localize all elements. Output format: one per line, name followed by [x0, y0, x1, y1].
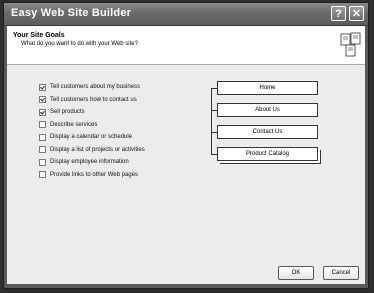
goal-item[interactable]: Describe services: [39, 119, 145, 132]
goal-checkbox[interactable]: [39, 146, 46, 154]
site-page-about-us[interactable]: About Us: [217, 103, 318, 117]
goal-checkbox[interactable]: [39, 108, 46, 116]
close-button[interactable]: ✕: [349, 6, 364, 21]
site-page-home[interactable]: Home: [217, 81, 318, 95]
goal-item[interactable]: Display a list of projects or activities: [39, 144, 145, 157]
goal-label: Sell products: [50, 109, 85, 116]
web-pages-icon: [340, 32, 361, 57]
goal-item[interactable]: Display employee information: [39, 156, 145, 169]
cancel-button[interactable]: Cancel: [323, 266, 359, 280]
site-page-contact-us[interactable]: Contact Us: [217, 125, 318, 139]
ok-button[interactable]: OK: [278, 266, 314, 280]
site-page-product-catalog[interactable]: Product Catalog: [217, 147, 318, 161]
goal-item[interactable]: Tell customers about my business: [39, 81, 145, 94]
goal-checkbox[interactable]: [39, 171, 46, 179]
help-button[interactable]: ?: [331, 6, 346, 21]
goal-checkbox[interactable]: [39, 133, 46, 141]
dialog-body: Your Site Goals What do you want to do w…: [7, 26, 365, 284]
goal-checkbox[interactable]: [39, 158, 46, 166]
goal-item[interactable]: Tell customers how to contact us: [39, 94, 145, 107]
goal-item[interactable]: Provide links to other Web pages: [39, 169, 145, 182]
site-map-diagram: Home About Us Contact Us Product Catalog: [203, 81, 328, 191]
goal-checkbox[interactable]: [39, 83, 46, 91]
page-subtitle: What do you want to do with your Web sit…: [21, 41, 138, 47]
title-bar[interactable]: Easy Web Site Builder ? ✕: [4, 3, 368, 26]
goal-label: Describe services: [50, 121, 98, 128]
wizard-header: Your Site Goals What do you want to do w…: [7, 26, 365, 65]
goal-label: Display a calendar or schedule: [50, 134, 133, 141]
goal-label: Provide links to other Web pages: [50, 171, 138, 178]
goal-label: Display a list of projects or activities: [50, 146, 145, 153]
goals-checklist: Tell customers about my business Tell cu…: [39, 81, 145, 181]
tree-connector: [211, 88, 212, 154]
goal-item[interactable]: Display a calendar or schedule: [39, 131, 145, 144]
goal-checkbox[interactable]: [39, 96, 46, 104]
goal-checkbox[interactable]: [39, 121, 46, 129]
goal-label: Tell customers about my business: [50, 84, 141, 91]
goal-item[interactable]: Sell products: [39, 106, 145, 119]
dialog-window: Easy Web Site Builder ? ✕ Your Site Goal…: [3, 2, 369, 289]
goal-label: Display employee information: [50, 159, 129, 166]
goal-label: Tell customers how to contact us: [50, 96, 137, 103]
page-title: Your Site Goals: [13, 32, 65, 39]
window-title: Easy Web Site Builder: [11, 7, 132, 19]
